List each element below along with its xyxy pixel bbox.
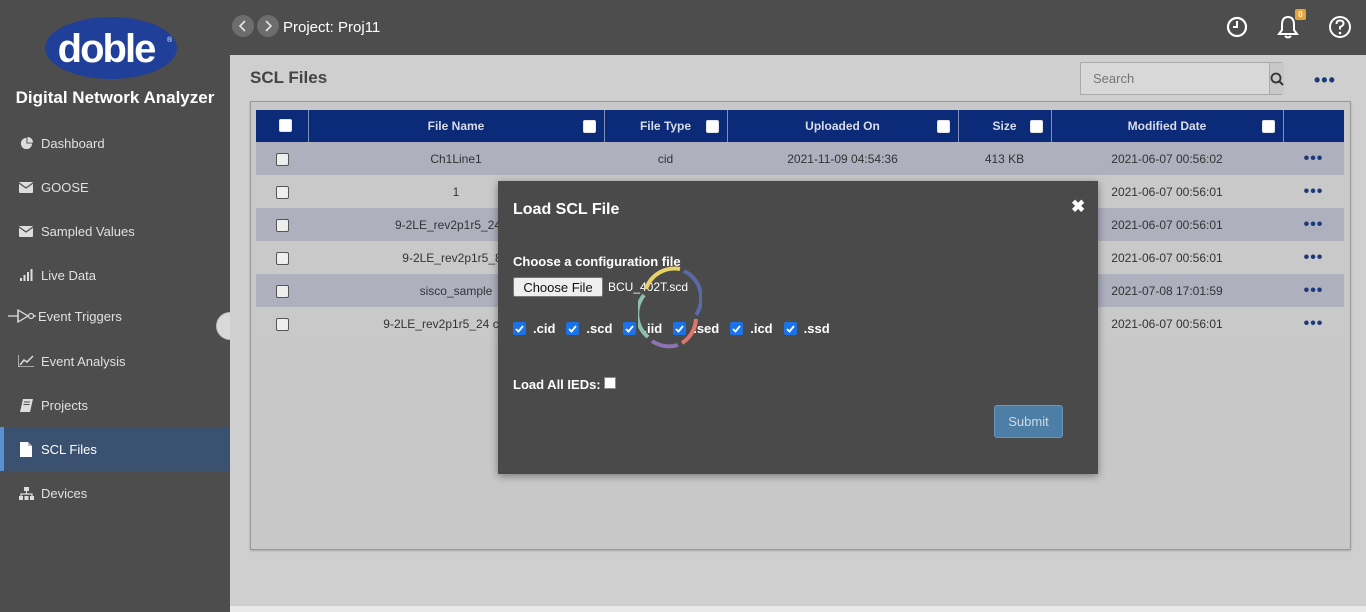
extension-checkbox-cid[interactable]: .cid xyxy=(513,321,555,336)
envelope-icon xyxy=(18,179,34,195)
sidebar-item-scl-files[interactable]: SCL Files xyxy=(0,427,230,471)
col-header-file-name[interactable]: File Name xyxy=(308,110,605,142)
load-all-ieds: Load All IEDs: xyxy=(513,376,616,392)
sitemap-icon xyxy=(18,485,34,501)
loading-spinner-icon xyxy=(638,266,702,349)
close-icon[interactable]: ✖ xyxy=(1071,197,1085,217)
sidebar-item-label: Event Analysis xyxy=(41,353,126,369)
bottom-strip xyxy=(230,606,1366,612)
page-more-menu-button[interactable]: ••• xyxy=(1314,70,1336,91)
sidebar-item-label: Projects xyxy=(41,397,88,413)
help-icon xyxy=(1329,16,1351,38)
load-all-ieds-checkbox[interactable] xyxy=(603,376,616,389)
sidebar-item-label: Sampled Values xyxy=(41,223,135,239)
sidebar-item-projects[interactable]: Projects xyxy=(0,383,230,427)
extension-checkbox-ssd[interactable]: .ssd xyxy=(783,321,830,336)
row-actions-button[interactable]: ••• xyxy=(1304,150,1324,167)
svg-text:doble: doble xyxy=(58,27,155,71)
row-checkbox[interactable] xyxy=(275,185,289,199)
checkbox-checked-icon xyxy=(566,322,580,335)
sidebar-item-live-data[interactable]: Live Data xyxy=(0,253,230,297)
select-all-header xyxy=(256,110,309,142)
sidebar-item-event-triggers[interactable]: Event Triggers xyxy=(0,294,230,338)
col-header-uploaded-on[interactable]: Uploaded On xyxy=(727,110,959,142)
history-button[interactable] xyxy=(1224,14,1250,40)
top-bar: Project: Proj11 xyxy=(230,0,1366,55)
back-button[interactable] xyxy=(232,15,254,37)
column-filter-checkbox[interactable] xyxy=(936,120,950,133)
chevron-left-icon xyxy=(239,20,246,32)
load-all-ieds-label: Load All IEDs: xyxy=(513,377,601,392)
file-name-cell: Ch1Line1 xyxy=(308,142,604,175)
sidebar-item-label: GOOSE xyxy=(41,179,89,195)
sidebar-item-goose[interactable]: GOOSE xyxy=(0,165,230,209)
trigger-icon xyxy=(8,308,36,324)
col-header-modified-date[interactable]: Modified Date xyxy=(1051,110,1284,142)
page-title: SCL Files xyxy=(250,68,328,87)
table-row[interactable]: Ch1Line1 cid 2021-11-09 04:54:36 413 KB … xyxy=(256,142,1344,175)
svg-text:®: ® xyxy=(167,36,173,44)
choose-file-button[interactable]: Choose File xyxy=(513,277,603,297)
column-filter-checkbox[interactable] xyxy=(582,120,596,133)
search-input[interactable] xyxy=(1081,63,1269,94)
row-actions-button[interactable]: ••• xyxy=(1304,183,1324,200)
checkbox-checked-icon xyxy=(513,322,526,335)
forward-button[interactable] xyxy=(257,15,279,37)
project-title: Project: Proj11 xyxy=(283,19,381,36)
chevron-right-icon xyxy=(265,20,272,32)
sidebar: doble ® Digital Network Analyzer Dashboa… xyxy=(0,0,230,612)
row-actions-button[interactable]: ••• xyxy=(1304,249,1324,266)
sidebar-item-event-analysis[interactable]: Event Analysis xyxy=(0,339,230,383)
row-actions-button[interactable]: ••• xyxy=(1304,282,1324,299)
sidebar-item-label: Event Triggers xyxy=(38,308,122,324)
sidebar-item-label: Devices xyxy=(41,485,88,501)
actions-header xyxy=(1283,110,1344,142)
notification-badge: 0 xyxy=(1295,9,1306,20)
row-checkbox[interactable] xyxy=(275,218,289,232)
modified-date-cell: 2021-06-07 00:56:02 xyxy=(1051,142,1283,175)
pie-chart-icon xyxy=(18,135,34,151)
sidebar-item-label: Live Data xyxy=(41,267,96,283)
sidebar-item-label: SCL Files xyxy=(41,441,97,457)
search-box xyxy=(1080,62,1284,95)
line-chart-icon xyxy=(18,353,34,369)
col-header-size[interactable]: Size xyxy=(958,110,1052,142)
load-scl-file-modal: Load SCL File ✖ Choose a configuration f… xyxy=(498,181,1098,474)
book-icon xyxy=(18,397,34,413)
checkbox-checked-icon xyxy=(730,322,744,335)
column-filter-checkbox[interactable] xyxy=(1029,120,1043,133)
sidebar-item-dashboard[interactable]: Dashboard xyxy=(0,121,230,165)
envelope-icon xyxy=(18,223,34,239)
sidebar-item-sampled-values[interactable]: Sampled Values xyxy=(0,209,230,253)
column-filter-checkbox[interactable] xyxy=(1261,120,1275,133)
signal-bars-icon xyxy=(18,267,34,283)
extension-checkbox-scd[interactable]: .scd xyxy=(566,321,612,336)
extension-checkbox-icd[interactable]: .icd xyxy=(730,321,773,336)
row-actions-button[interactable]: ••• xyxy=(1304,216,1324,233)
file-icon xyxy=(18,441,34,457)
row-checkbox[interactable] xyxy=(275,284,289,298)
row-actions-button[interactable]: ••• xyxy=(1304,315,1324,332)
row-checkbox[interactable] xyxy=(275,317,289,331)
search-icon xyxy=(1270,72,1284,86)
clock-icon xyxy=(1226,16,1248,38)
column-filter-checkbox[interactable] xyxy=(705,120,719,133)
checkbox-checked-icon xyxy=(783,322,797,335)
uploaded-on-cell: 2021-11-09 04:54:36 xyxy=(727,142,958,175)
select-all-checkbox[interactable] xyxy=(278,119,292,132)
checkbox-checked-icon xyxy=(623,322,637,335)
file-type-cell: cid xyxy=(604,142,727,175)
sidebar-item-label: Dashboard xyxy=(41,135,105,151)
row-checkbox[interactable] xyxy=(275,251,289,265)
size-cell: 413 KB xyxy=(958,142,1051,175)
row-checkbox[interactable] xyxy=(275,152,289,166)
search-button[interactable] xyxy=(1269,63,1284,94)
app-name: Digital Network Analyzer xyxy=(15,88,215,107)
submit-button[interactable]: Submit xyxy=(994,405,1063,438)
doble-logo: doble ® xyxy=(45,17,177,79)
sidebar-item-devices[interactable]: Devices xyxy=(0,471,230,515)
col-header-file-type[interactable]: File Type xyxy=(604,110,728,142)
modal-title: Load SCL File xyxy=(513,201,620,218)
help-button[interactable] xyxy=(1327,14,1353,40)
